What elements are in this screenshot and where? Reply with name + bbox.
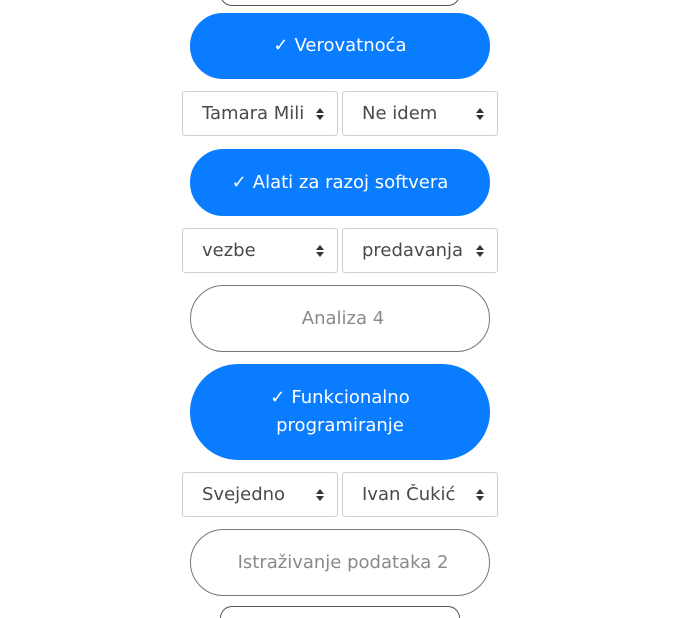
checkmark-icon: ✓ (273, 35, 289, 56)
course-title: Alati za razoj softvera (252, 171, 449, 193)
course-button-istrazivanje-podataka-2[interactable]: Istraživanje podataka 2 (190, 529, 490, 596)
next-course-button-edge[interactable] (220, 606, 460, 618)
class-type-select[interactable]: vezbe (182, 228, 338, 273)
preference-select[interactable]: Svejedno (182, 472, 338, 517)
checkmark-icon: ✓ (231, 171, 247, 193)
select-value: Svejedno (202, 484, 286, 505)
course-title: Istraživanje podataka 2 (237, 551, 449, 573)
sort-arrows-icon (316, 244, 324, 257)
course-title: Funkcionalno programiranje (276, 387, 410, 436)
course-title: Verovatnoća (294, 35, 407, 56)
previous-course-button-edge[interactable] (220, 0, 460, 6)
attendance-select[interactable]: Ne idem (342, 91, 498, 136)
course-button-funkcionalno-programiranje[interactable]: ✓ Funkcionalno programiranje (190, 364, 490, 460)
professor-select[interactable]: Tamara Mili (182, 91, 338, 136)
select-value: predavanja (362, 240, 464, 261)
course-title: Analiza 4 (301, 307, 385, 329)
checkmark-icon: ✓ (270, 387, 286, 408)
select-value: Ne idem (362, 103, 438, 124)
sort-arrows-icon (316, 488, 324, 501)
sort-arrows-icon (476, 107, 484, 120)
class-type-select[interactable]: predavanja (342, 228, 498, 273)
course-button-verovatnoca[interactable]: ✓ Verovatnoća (190, 13, 490, 79)
select-value: Ivan Čukić (362, 484, 456, 505)
sort-arrows-icon (476, 244, 484, 257)
sort-arrows-icon (476, 488, 484, 501)
course-button-analiza-4[interactable]: Analiza 4 (190, 285, 490, 352)
select-value: Tamara Mili (202, 103, 305, 124)
select-value: vezbe (202, 240, 256, 261)
professor-select[interactable]: Ivan Čukić (342, 472, 498, 517)
course-button-alati-za-razvoj-softvera[interactable]: ✓ Alati za razoj softvera (190, 149, 490, 216)
sort-arrows-icon (316, 107, 324, 120)
